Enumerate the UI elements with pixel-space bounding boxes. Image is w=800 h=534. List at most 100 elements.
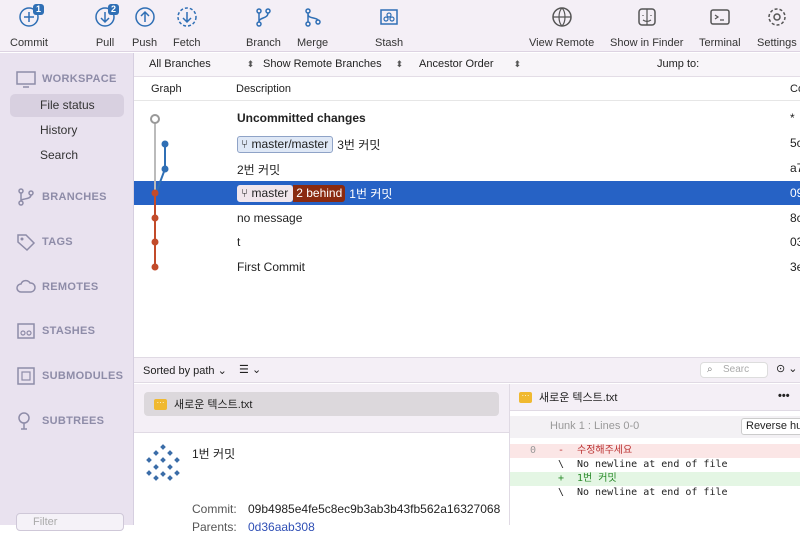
diff-file-name: 새로운 텍스트.txt: [539, 392, 618, 404]
fetch-button[interactable]: Fetch: [173, 6, 201, 49]
remote-branches-dropdown[interactable]: Show Remote Branches ⬍: [263, 58, 403, 70]
chevron-down-icon: ⌄: [788, 363, 798, 375]
sidebar-item-history[interactable]: History: [10, 119, 124, 142]
tag-icon: [17, 234, 36, 252]
column-graph[interactable]: Graph: [151, 83, 182, 95]
more-icon[interactable]: •••: [778, 390, 790, 402]
branch-tag: ⑂ master/master: [237, 136, 334, 153]
sort-dropdown-label: Sorted by path: [143, 365, 215, 377]
show-in-finder-button[interactable]: Show in Finder: [610, 6, 683, 49]
push-button[interactable]: Push: [132, 6, 157, 49]
sidebar-section-subtrees[interactable]: SUBTREES: [16, 411, 104, 431]
diff-pane: ··· 새로운 텍스트.txt ••• Hunk 1 : Lines 0-0 R…: [509, 384, 800, 525]
chevron-down-icon: ⌄: [251, 364, 262, 376]
column-description[interactable]: Description: [236, 83, 291, 95]
hunk-header: Hunk 1 : Lines 0-0 Reverse hu: [510, 416, 800, 438]
terminal-icon: [710, 9, 730, 25]
sidebar-section-submodules[interactable]: SUBMODULES: [16, 366, 123, 386]
commit-description: First Commit: [237, 260, 305, 274]
pull-button[interactable]: 2 Pull: [94, 4, 120, 49]
commit-hash: 3e: [790, 260, 800, 274]
file-name: 새로운 텍스트.txt: [174, 399, 253, 411]
sidebar-section-label: SUBMODULES: [42, 370, 124, 382]
stash-button[interactable]: Stash: [375, 6, 403, 49]
commit-description: 1번 커밋: [349, 187, 393, 201]
sidebar-section-label: SUBTREES: [42, 415, 105, 427]
terminal-label: Terminal: [699, 37, 741, 49]
reverse-hunk-button[interactable]: Reverse hu: [741, 418, 800, 435]
chevron-updown-icon: ⬍: [246, 59, 255, 69]
merge-label: Merge: [297, 37, 329, 49]
globe-icon: [551, 7, 572, 27]
sidebar-filter-input[interactable]: Filter: [16, 513, 124, 531]
commit-description-group: ⑂ master 2 behind 1번 커밋: [237, 185, 392, 202]
commit-row[interactable]: t 03: [134, 230, 800, 254]
search-icon: ⌕: [707, 364, 713, 375]
settings-button[interactable]: Settings: [757, 6, 797, 49]
column-commit[interactable]: Co: [790, 83, 800, 95]
monitor-icon: [16, 71, 36, 88]
file-search-input[interactable]: ⌕ Searc: [700, 362, 768, 378]
submodule-icon: [17, 367, 35, 385]
sidebar-section-tags[interactable]: TAGS: [16, 232, 73, 252]
diff-line-context: \ No newline at end of file: [510, 458, 800, 472]
stash-icon: [380, 9, 398, 25]
commit-label: Commit: [10, 37, 48, 49]
sort-dropdown[interactable]: Sorted by path ⌄: [143, 364, 227, 377]
diff-line-added: + 1번 커밋: [510, 472, 800, 486]
chevron-updown-icon: ⬍: [395, 59, 404, 69]
order-dropdown-label: Ancestor Order: [419, 58, 494, 70]
sidebar: WORKSPACE File status History Search BRA…: [0, 53, 134, 525]
commit-details: 1번 커밋 Commit: 09b4985e4fe5c8ec9b3ab3b43f…: [134, 432, 509, 534]
push-label: Push: [132, 37, 158, 49]
commit-row-selected[interactable]: ⑂ master 2 behind 1번 커밋 09: [134, 181, 800, 205]
sidebar-section-stashes[interactable]: STASHES: [16, 321, 95, 341]
sidebar-section-remotes[interactable]: REMOTES: [16, 277, 99, 297]
branch-icon: [18, 188, 34, 206]
remote-branches-label: Show Remote Branches: [263, 58, 382, 70]
commit-hash: 8c: [790, 211, 800, 225]
pull-label: Pull: [95, 37, 115, 49]
commit-description: t: [237, 235, 241, 249]
diff-gutter: -: [558, 445, 565, 456]
sidebar-section-label: TAGS: [42, 236, 73, 248]
commit-row[interactable]: First Commit 3e: [134, 255, 800, 279]
commit-description: 2번 커밋: [237, 163, 281, 177]
commit-hash: *: [790, 111, 795, 125]
commit-row[interactable]: 2번 커밋 a7: [134, 156, 800, 180]
view-remote-button[interactable]: View Remote: [529, 6, 594, 49]
sidebar-item-search[interactable]: Search: [10, 144, 124, 167]
commit-hash-full[interactable]: 09b4985e4fe5c8ec9b3ab3b43fb562a16327068: [248, 502, 500, 516]
gear-icon: [768, 8, 786, 26]
commit-row[interactable]: Uncommitted changes *: [134, 106, 800, 130]
hunk-label: Hunk 1 : Lines 0-0: [550, 420, 640, 432]
branches-dropdown-label: All Branches: [149, 58, 211, 70]
commit-list-header: Graph Description Co: [134, 77, 800, 101]
sidebar-item-file-status[interactable]: File status: [10, 94, 124, 117]
order-dropdown[interactable]: Ancestor Order ⬍: [419, 58, 521, 70]
sidebar-section-workspace[interactable]: WORKSPACE: [16, 69, 117, 89]
branch-label: Branch: [246, 37, 281, 49]
commit-badge: 1: [33, 4, 45, 15]
sidebar-section-label: BRANCHES: [42, 191, 107, 203]
commit-row[interactable]: ⑂ master/master 3번 커밋 5c: [134, 131, 800, 155]
sidebar-section-branches[interactable]: BRANCHES: [16, 187, 107, 207]
file-list-item[interactable]: ··· 새로운 텍스트.txt: [144, 392, 499, 416]
commit-button[interactable]: 1 Commit: [10, 4, 48, 49]
branch-tag-label: master/master: [251, 137, 329, 151]
diff-text: No newline at end of file: [577, 459, 728, 470]
merge-button[interactable]: Merge: [297, 6, 328, 49]
terminal-button[interactable]: Terminal: [699, 6, 741, 49]
branch-button[interactable]: Branch: [246, 6, 281, 49]
options-dropdown[interactable]: ⊙ ⌄: [776, 362, 798, 375]
push-icon: [134, 7, 155, 27]
parents-hash-link[interactable]: 0d36aab308: [248, 520, 315, 534]
commit-hash: 03: [790, 235, 800, 249]
branches-dropdown[interactable]: All Branches ⬍: [149, 58, 254, 70]
view-mode-dropdown[interactable]: ☰ ⌄: [239, 363, 261, 376]
commit-description-group: ⑂ master/master 3번 커밋: [237, 136, 380, 153]
stash-label: Stash: [375, 37, 404, 49]
commit-row[interactable]: no message 8c: [134, 206, 800, 230]
commit-description: Uncommitted changes: [237, 111, 366, 125]
diff-text: 1번 커밋: [577, 473, 617, 484]
